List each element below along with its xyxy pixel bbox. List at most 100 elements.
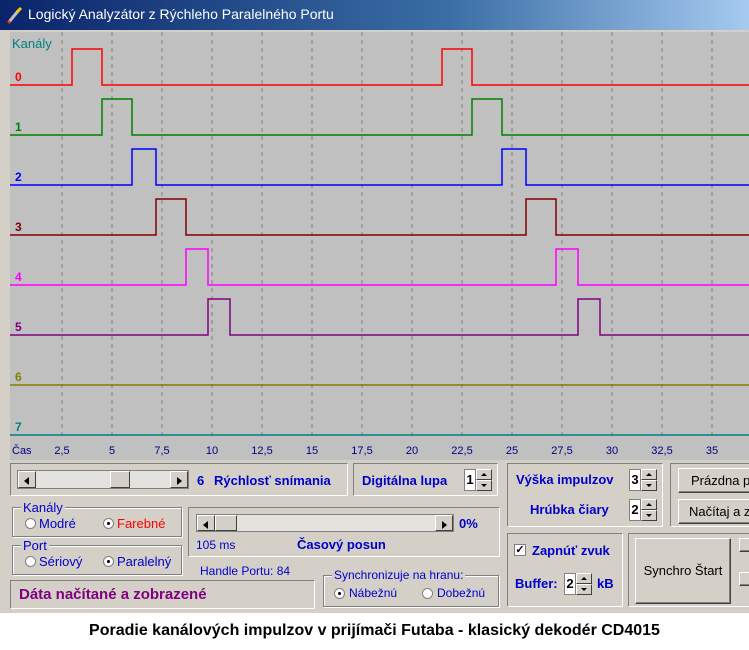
speed-label: Rýchlosť snímania (214, 473, 331, 488)
channel-label: 6 (15, 370, 22, 384)
empty-button[interactable]: Prázdna p (678, 468, 749, 493)
pulse-height-up-button[interactable] (641, 469, 657, 480)
scroll-left-button[interactable] (18, 471, 36, 488)
time-scroll-right-button[interactable] (435, 515, 453, 531)
figure-caption: Poradie kanálových impulzov v prijímači … (89, 622, 660, 639)
time-tick-label: 12,5 (251, 445, 272, 457)
radio-rising-edge-label[interactable]: Nábežnú (349, 586, 397, 600)
probe-icon (7, 6, 23, 24)
channel-label: 0 (15, 70, 22, 84)
scroll-right-button[interactable] (170, 471, 188, 488)
buffer-spinner[interactable]: 2 (564, 573, 592, 595)
time-scroll-thumb[interactable] (215, 515, 237, 531)
channel-0-trace (10, 48, 749, 86)
buffer-label: Buffer: (515, 576, 558, 591)
pulse-height-label: Výška impulzov (516, 472, 614, 487)
channel-4-trace (10, 248, 749, 286)
channel-label: 4 (15, 270, 22, 284)
channel-label: 2 (15, 170, 22, 184)
zoom-spinner[interactable]: 1 (464, 469, 492, 491)
channel-5-trace (10, 298, 749, 336)
pulse-height-spinner[interactable]: 3 (629, 469, 657, 491)
radio-parallel[interactable] (103, 556, 114, 567)
zoom-label: Digitálna lupa (362, 473, 448, 488)
channel-label: 1 (15, 120, 22, 134)
radio-falling-edge[interactable] (422, 588, 433, 599)
sound-label[interactable]: Zapnúť zvuk (532, 543, 610, 558)
radio-serial[interactable] (25, 556, 36, 567)
pulse-height-down-button[interactable] (641, 480, 657, 491)
buffer-value[interactable]: 2 (564, 573, 576, 595)
arrow-left-icon (24, 477, 29, 485)
line-width-up-button[interactable] (641, 499, 657, 510)
display-settings-panel: Výška impulzov 3 Hrúbka čiary 2 (507, 463, 663, 527)
sound-panel: ✓ Zapnúť zvuk Buffer: 2 kB (507, 533, 623, 607)
radio-blue-label[interactable]: Modré (39, 516, 76, 531)
radio-falling-edge-label[interactable]: Dobežnú (437, 586, 485, 600)
time-tick-label: 2,5 (54, 445, 69, 457)
port-group: Port Sériový Paralelný (12, 538, 182, 575)
channels-title: Kanály (12, 36, 52, 51)
time-tick-label: 7,5 (154, 445, 169, 457)
time-tick-label: 30 (606, 445, 618, 457)
channel-label: 7 (15, 420, 22, 434)
time-tick-label: 17,5 (351, 445, 372, 457)
sound-checkbox[interactable]: ✓ (514, 544, 526, 556)
time-tick-label: 32,5 (651, 445, 672, 457)
buffer-down-button[interactable] (576, 584, 592, 595)
app-window: Logický Analyzátor z Rýchleho Paralelnéh… (0, 0, 749, 613)
pulse-height-value[interactable]: 3 (629, 469, 641, 491)
buffer-up-button[interactable] (576, 573, 592, 584)
time-shift-scrollbar[interactable] (196, 514, 454, 532)
radio-blue[interactable] (25, 518, 36, 529)
time-axis-label: Čas (12, 444, 32, 457)
radio-serial-label[interactable]: Sériový (39, 554, 82, 569)
channel-1-trace (10, 98, 749, 136)
time-tick-label: 27,5 (551, 445, 572, 457)
status-text: Dáta načítané a zobrazené (19, 586, 207, 603)
waveform-canvas: Kanály 0 1 2 3 4 5 6 7 Čas 2,5 5 7,5 10 12,5 15 17,5 20 22… (10, 32, 749, 457)
small-button-top[interactable] (739, 538, 749, 552)
load-button[interactable]: Načítaj a z (678, 499, 749, 524)
channel-label: 5 (15, 320, 22, 334)
radio-parallel-label[interactable]: Paralelný (117, 554, 171, 569)
line-width-spinner[interactable]: 2 (629, 499, 657, 521)
time-tick-label: 35 (706, 445, 718, 457)
title-bar: Logický Analyzátor z Rýchleho Paralelnéh… (0, 0, 749, 30)
scroll-thumb[interactable] (110, 471, 130, 488)
sync-start-button[interactable]: Synchro Štart (635, 538, 731, 604)
zoom-value[interactable]: 1 (464, 469, 476, 491)
radio-color[interactable] (103, 518, 114, 529)
port-group-legend: Port (21, 538, 49, 553)
sync-group-legend: Synchronizuje na hranu: (332, 568, 466, 582)
zoom-panel: Digitálna lupa 1 (353, 463, 498, 496)
window-title: Logický Analyzátor z Rýchleho Paralelnéh… (28, 6, 334, 22)
status-panel: Dáta načítané a zobrazené (10, 580, 315, 609)
speed-panel: 6 Rýchlosť snímania (10, 463, 348, 496)
radio-color-label[interactable]: Farebné (117, 516, 165, 531)
line-width-value[interactable]: 2 (629, 499, 641, 521)
time-shift-ms: 105 ms (196, 538, 236, 552)
zoom-down-button[interactable] (476, 480, 492, 491)
small-button-bottom[interactable] (739, 572, 749, 586)
arrow-right-icon (177, 477, 182, 485)
speed-scrollbar[interactable] (17, 470, 189, 489)
time-tick-label: 5 (109, 445, 115, 457)
time-shift-percent: 0% (459, 516, 478, 531)
line-width-label: Hrúbka čiary (530, 502, 609, 517)
sync-start-panel: Synchro Štart (628, 533, 749, 607)
time-shift-label: Časový posun (297, 537, 386, 552)
logic-analyzer-plot: Kanály 0 1 2 3 4 5 6 7 Čas 2,5 5 7,5 10 12,5 15 17,5 20 22… (10, 32, 749, 460)
speed-value: 6 (197, 473, 205, 488)
time-scroll-left-button[interactable] (197, 515, 215, 531)
zoom-up-button[interactable] (476, 469, 492, 480)
channels-group: Kanály Modré Farebné (12, 500, 182, 537)
arrow-left-icon (203, 521, 208, 529)
sync-group: Synchronizuje na hranu: Nábežnú Dobežnú (323, 568, 499, 607)
channels-group-legend: Kanály (21, 500, 65, 515)
time-tick-label: 10 (206, 445, 218, 457)
port-handle: Handle Portu: 84 (200, 564, 291, 578)
time-tick-label: 22,5 (451, 445, 472, 457)
radio-rising-edge[interactable] (334, 588, 345, 599)
line-width-down-button[interactable] (641, 510, 657, 521)
